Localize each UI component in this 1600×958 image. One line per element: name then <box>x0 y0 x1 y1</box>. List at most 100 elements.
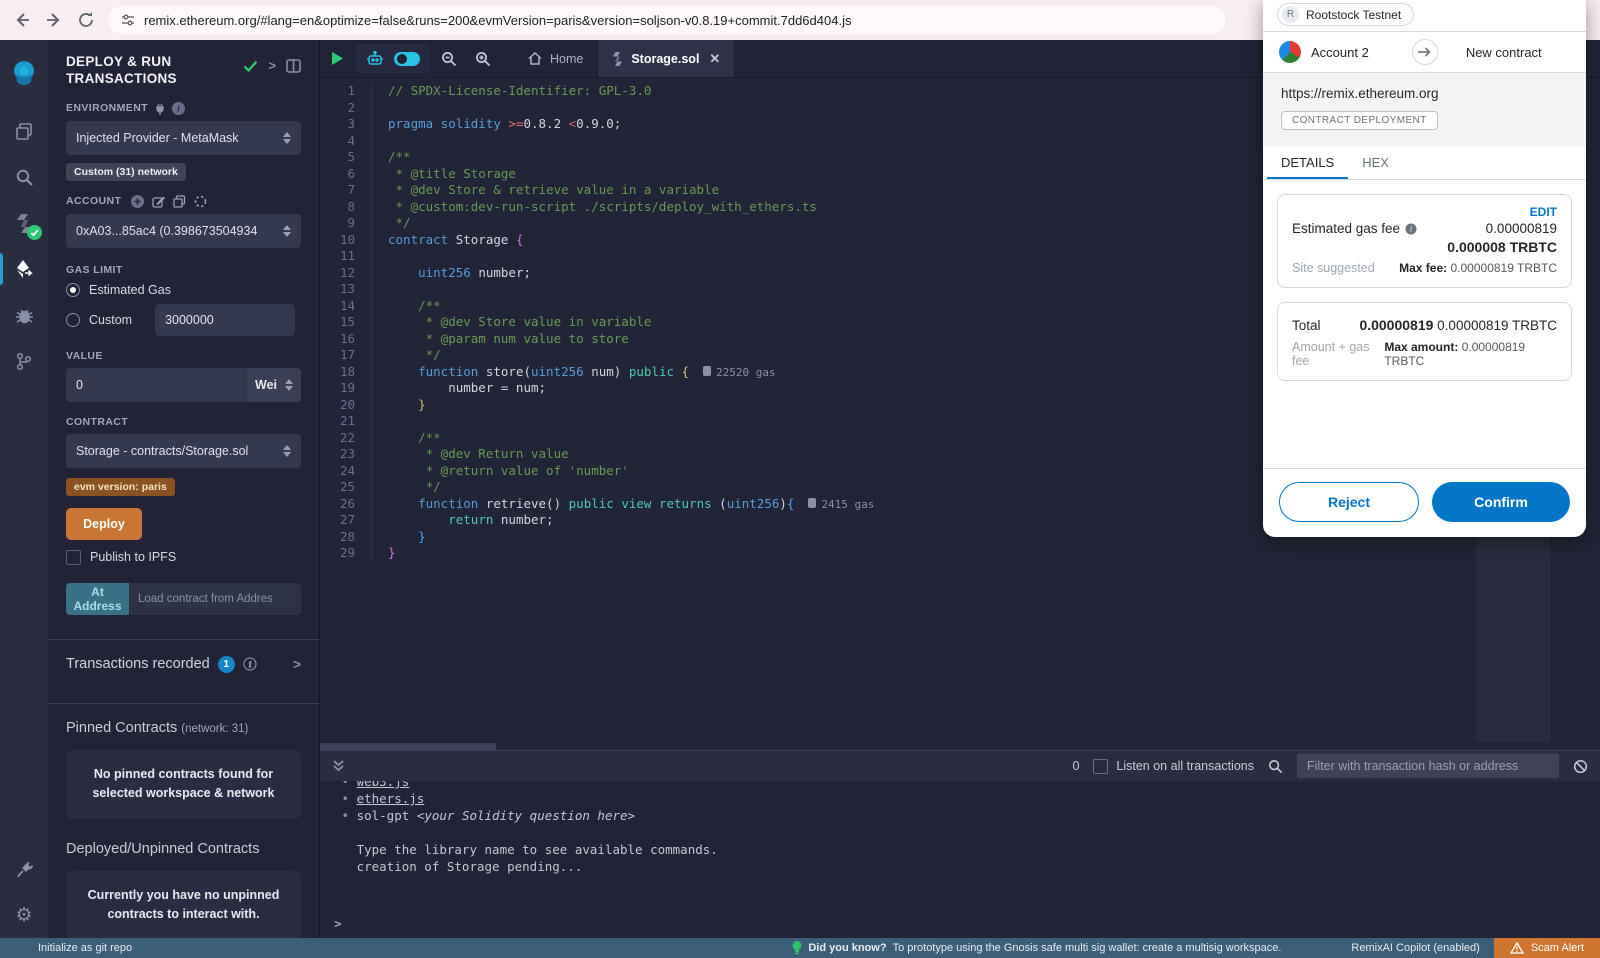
sidebar-item-deploy-and-run[interactable] <box>0 246 48 292</box>
forward-icon[interactable] <box>44 10 64 30</box>
home-icon <box>528 52 542 65</box>
deployed-contracts-heading: Deployed/Unpinned Contracts <box>48 825 319 861</box>
tab-home[interactable]: Home <box>514 40 598 77</box>
terminal-filter-input[interactable] <box>1297 754 1559 778</box>
deploy-button[interactable]: Deploy <box>66 508 142 540</box>
sidebar-item-plugin-manager[interactable] <box>0 846 48 892</box>
chevron-right-icon[interactable]: > <box>293 656 301 672</box>
sidebar-item-search[interactable] <box>0 154 48 200</box>
clear-console-icon[interactable] <box>1573 759 1588 774</box>
info-icon[interactable]: i <box>172 102 185 115</box>
contract-label: CONTRACT <box>66 416 128 428</box>
terminal-line: • sol-gpt <your Solidity question here> <box>334 807 1600 824</box>
sidebar-item-git[interactable] <box>0 338 48 384</box>
info-outline-icon[interactable]: i <box>243 657 257 671</box>
dapp-origin: https://remix.ethereum.org <box>1281 86 1568 101</box>
sidebar-item-file-explorer[interactable] <box>0 108 48 154</box>
account-select[interactable]: 0xA03...85ac4 (0.398673504934 <box>66 214 301 248</box>
reject-button[interactable]: Reject <box>1279 482 1419 522</box>
pinned-contracts-empty: No pinned contracts found for selected w… <box>66 750 301 819</box>
to-contract: New contract <box>1438 45 1571 60</box>
gas-fee-native: 0.000008 TRBTC <box>1292 239 1557 255</box>
run-script-button[interactable] <box>320 40 354 77</box>
site-suggested-label: Site suggested <box>1292 261 1375 275</box>
sidebar-item-settings[interactable]: ⚙ <box>0 892 48 938</box>
transactions-count-badge: 1 <box>218 656 235 673</box>
address-bar[interactable]: remix.ethereum.org/#lang=en&optimize=fal… <box>108 6 1226 34</box>
value-input[interactable] <box>66 368 247 402</box>
value-label: VALUE <box>66 350 103 362</box>
warning-icon <box>1510 942 1524 954</box>
reload-icon[interactable] <box>76 10 96 30</box>
publish-ipfs-label: Publish to IPFS <box>90 550 176 564</box>
terminal-body[interactable]: • web3.js • ethers.js • sol-gpt <your So… <box>320 781 1600 938</box>
chevron-right-icon[interactable]: > <box>268 58 276 73</box>
terminal-line: • web3.js <box>334 781 1600 790</box>
environment-select[interactable]: Injected Provider - MetaMask <box>66 121 301 155</box>
custom-gas-radio[interactable] <box>66 313 80 327</box>
site-settings-icon[interactable] <box>120 12 136 28</box>
contract-select[interactable]: Storage - contracts/Storage.sol <box>66 434 301 468</box>
solidity-file-icon <box>612 52 623 66</box>
did-you-know: Did you know? To prototype using the Gno… <box>792 941 1281 955</box>
network-badge: Custom (31) network <box>66 163 186 181</box>
terminal-lines: • web3.js • ethers.js • sol-gpt <your So… <box>334 783 1600 875</box>
transactions-recorded-row[interactable]: Transactions recorded 1 i > <box>48 640 319 689</box>
copilot-toggle[interactable] <box>394 52 420 66</box>
tx-type-badge: CONTRACT DEPLOYMENT <box>1281 111 1438 130</box>
sign-message-icon[interactable] <box>152 195 165 208</box>
listen-all-transactions-checkbox[interactable] <box>1093 759 1108 774</box>
deploy-run-panel: DEPLOY & RUN TRANSACTIONS > ENVIRONMENT … <box>48 40 320 938</box>
copy-address-icon[interactable] <box>173 195 186 208</box>
plug-icon[interactable] <box>154 102 166 115</box>
info-icon[interactable]: i <box>1405 223 1417 235</box>
evm-version-badge: evm version: paris <box>66 478 175 496</box>
environment-label: ENVIRONMENT <box>66 102 148 114</box>
columns-icon[interactable] <box>286 59 301 73</box>
ai-robot-icon[interactable] <box>366 51 384 67</box>
custom-gas-input[interactable] <box>155 304 295 336</box>
estimated-gas-radio[interactable] <box>66 283 80 297</box>
search-icon[interactable] <box>1268 759 1283 774</box>
at-address-input[interactable] <box>129 583 301 615</box>
close-tab-icon[interactable]: ✕ <box>709 51 720 67</box>
select-arrows-icon <box>283 132 291 144</box>
network-pill[interactable]: R Rootstock Testnet <box>1277 3 1414 26</box>
git-init-status[interactable]: Initialize as git repo <box>0 942 132 954</box>
value-unit-select[interactable]: Wei <box>247 368 301 402</box>
collapse-terminal-icon[interactable] <box>332 759 345 773</box>
sidebar-item-solidity-compiler[interactable] <box>0 200 48 246</box>
copilot-status[interactable]: RemixAI Copilot (enabled) <box>1351 942 1479 954</box>
tab-storage-sol[interactable]: Storage.sol ✕ <box>598 40 735 77</box>
pinned-contracts-heading: Pinned Contracts (network: 31) <box>48 704 319 740</box>
publish-ipfs-checkbox[interactable] <box>66 550 81 565</box>
at-address-button[interactable]: At Address <box>66 583 129 615</box>
gas-limit-label: GAS LIMIT <box>66 264 123 276</box>
terminal-line: • ethers.js <box>334 790 1600 807</box>
back-icon[interactable] <box>12 10 32 30</box>
code-line: 29} <box>320 545 1600 562</box>
panel-title: DEPLOY & RUN TRANSACTIONS <box>66 54 216 88</box>
select-arrows-icon <box>283 445 291 457</box>
from-account: Account 2 <box>1311 45 1369 60</box>
tab-hex[interactable]: HEX <box>1348 146 1403 179</box>
add-account-icon[interactable] <box>131 195 144 208</box>
gear-icon: ⚙ <box>15 904 32 927</box>
gas-pump-icon <box>703 366 711 376</box>
amount-gas-label: Amount + gas fee <box>1292 340 1384 368</box>
horizontal-scrollbar[interactable] <box>320 743 496 750</box>
edit-gas-link[interactable]: EDIT <box>1292 205 1557 219</box>
transactions-recorded-label: Transactions recorded <box>66 656 210 672</box>
network-initial-icon: R <box>1282 6 1299 23</box>
sidebar-item-debugger[interactable] <box>0 292 48 338</box>
scam-alert-button[interactable]: Scam Alert <box>1494 938 1600 958</box>
metamask-popup: R Rootstock Testnet Account 2 New contra… <box>1263 0 1586 537</box>
gas-pump-icon <box>808 498 816 508</box>
zoom-in-icon[interactable] <box>466 40 500 77</box>
confirm-button[interactable]: Confirm <box>1432 482 1570 522</box>
svg-text:i: i <box>1410 224 1412 233</box>
terminal-prompt[interactable]: > <box>334 915 1600 932</box>
gas-fee-card: EDIT Estimated gas fee i 0.00000819 0.00… <box>1277 194 1572 288</box>
tab-details[interactable]: DETAILS <box>1267 146 1348 179</box>
zoom-out-icon[interactable] <box>432 40 466 77</box>
